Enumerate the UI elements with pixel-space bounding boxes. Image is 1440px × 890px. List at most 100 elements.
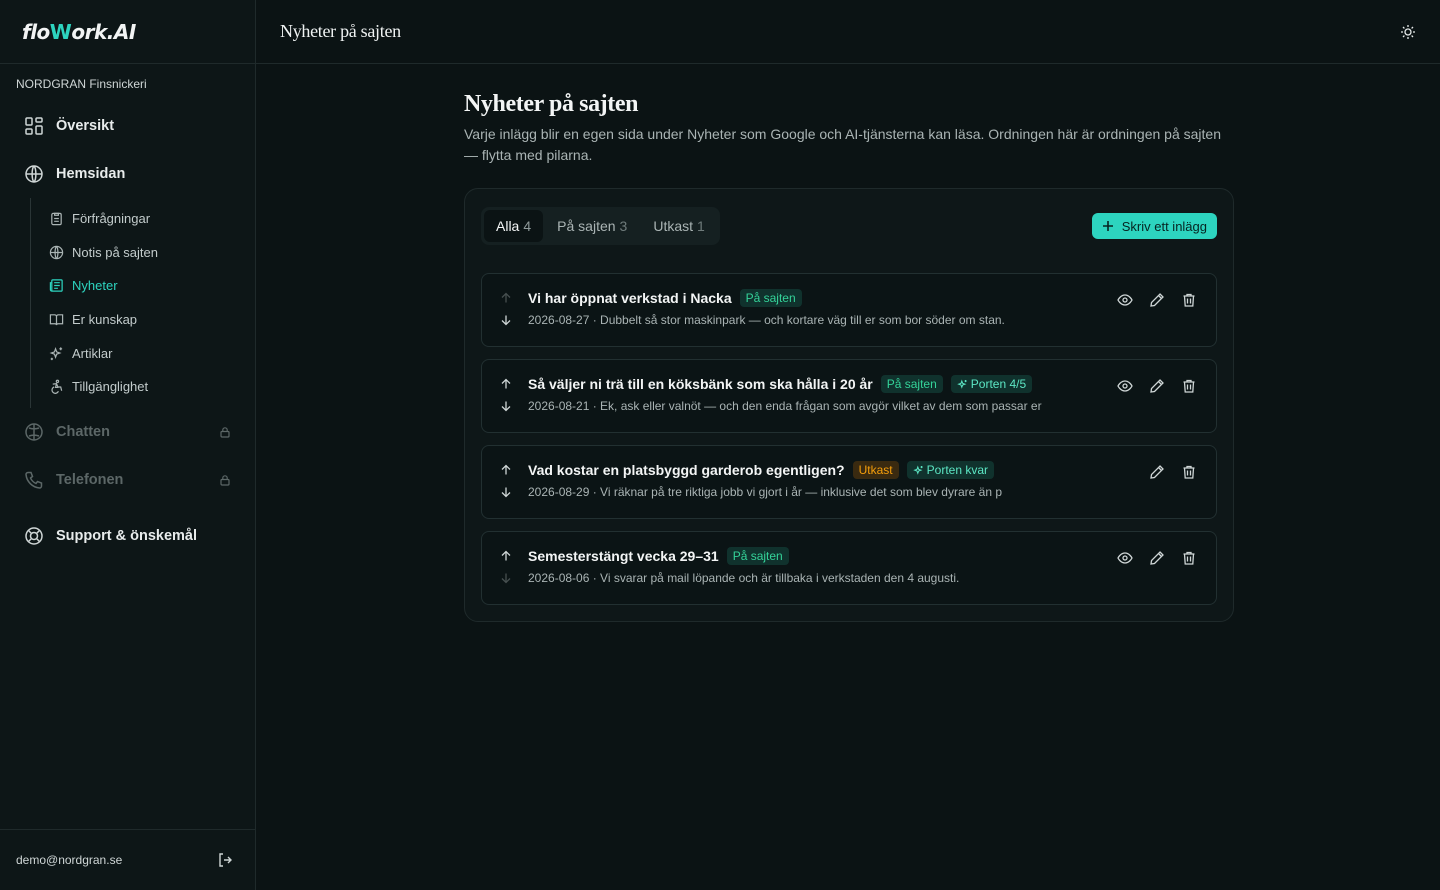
phone-icon — [24, 470, 44, 490]
lifebuoy-icon — [24, 526, 44, 546]
page-title: Nyheter på sajten — [464, 91, 639, 117]
post-title-row: Semesterstängt vecka 29–31 På sajten — [528, 546, 1200, 566]
pencil-icon[interactable] — [1148, 377, 1166, 395]
post-actions — [1148, 463, 1198, 481]
tab-all[interactable]: Alla 4 — [484, 210, 544, 242]
port-badge: Porten kvar — [906, 461, 994, 479]
filter-tabs: Alla 4 På sajten 3 Utkast 1 — [481, 207, 720, 245]
eye-icon[interactable] — [1116, 549, 1134, 567]
post-title-row: Vad kostar en platsbyggd garderob egentl… — [528, 460, 1200, 480]
post-title-row: Så väljer ni trä till en köksbänk som sk… — [528, 374, 1200, 394]
nav-overview[interactable]: Översikt — [0, 102, 255, 150]
sidebar-item-requests[interactable]: Förfrågningar — [31, 202, 255, 236]
sidebar-item-label: Er kunskap — [72, 312, 138, 328]
post-actions — [1116, 377, 1198, 395]
trash-icon[interactable] — [1180, 377, 1198, 395]
nav-support[interactable]: Support & önskemål — [0, 512, 255, 560]
post-item: Semesterstängt vecka 29–31 På sajten 202… — [481, 531, 1217, 605]
logo-bar: floWork.AI — [0, 0, 255, 64]
sidebar-item-knowledge[interactable]: Er kunskap — [31, 303, 255, 337]
nav-phone-label: Telefonen — [56, 471, 124, 488]
sidebar-footer: demo@nordgran.se — [0, 829, 255, 890]
nav-website-label: Hemsidan — [56, 166, 126, 182]
arrow-up-icon[interactable] — [500, 378, 512, 390]
page-description: Varje inlägg blir en egen sida under Nyh… — [464, 126, 1221, 163]
logo[interactable]: floWork.AI — [22, 20, 136, 44]
arrow-up-icon[interactable] — [500, 550, 512, 562]
logout-icon[interactable] — [217, 852, 233, 868]
nav-overview-label: Översikt — [56, 118, 115, 134]
arrow-down-icon[interactable] — [500, 400, 512, 412]
sidebar: floWork.AI NORDGRAN Finsnickeri Översikt… — [0, 0, 256, 890]
reorder-arrows — [498, 378, 514, 412]
lock-icon — [219, 474, 231, 486]
post-meta: 2026-08-27 · Dubbelt så stor maskinpark … — [528, 313, 1005, 327]
grid-icon — [24, 116, 44, 136]
status-badge: Utkast — [852, 461, 899, 479]
post-meta: 2026-08-06 · Vi svarar på mail löpande o… — [528, 571, 960, 585]
post-title[interactable]: Vad kostar en platsbyggd garderob egentl… — [528, 462, 845, 478]
sidebar-item-label: Förfrågningar — [72, 211, 151, 227]
write-post-button[interactable]: Skriv ett inlägg — [1091, 213, 1217, 239]
arrow-down-icon[interactable] — [500, 486, 512, 498]
main-content: Nyheter på sajten Varje inlägg blir en e… — [464, 88, 1234, 622]
tab-drafts[interactable]: Utkast 1 — [641, 210, 716, 242]
eye-icon[interactable] — [1116, 291, 1134, 309]
trash-icon[interactable] — [1180, 549, 1198, 567]
post-body: Så väljer ni trä till en köksbänk som sk… — [528, 374, 1200, 413]
nav-chat-label: Chatten — [56, 423, 110, 440]
arrow-down-icon[interactable] — [500, 314, 512, 326]
sidebar-item-accessibility[interactable]: Tillgänglighet — [31, 370, 255, 404]
nav-chat[interactable]: Chatten — [0, 408, 255, 456]
website-submenu: Förfrågningar Notis på sajten Nyheter Er… — [30, 198, 255, 408]
port-badge: Porten 4/5 — [950, 375, 1033, 393]
post-list: Vi har öppnat verkstad i Nacka På sajten… — [481, 273, 1217, 605]
status-badge: På sajten — [880, 375, 943, 393]
trash-icon[interactable] — [1180, 463, 1198, 481]
pencil-icon[interactable] — [1148, 549, 1166, 567]
post-item: Så väljer ni trä till en köksbänk som sk… — [481, 359, 1217, 433]
eye-icon[interactable] — [1116, 377, 1134, 395]
sun-icon[interactable] — [1400, 24, 1416, 40]
reorder-arrows — [498, 464, 514, 498]
arrow-up-icon[interactable] — [500, 464, 512, 476]
tab-published[interactable]: På sajten 3 — [545, 210, 639, 242]
sidebar-item-articles[interactable]: Artiklar — [31, 336, 255, 370]
sidebar-item-label: Nyheter — [72, 278, 118, 294]
nav-website[interactable]: Hemsidan — [0, 150, 255, 198]
post-body: Vad kostar en platsbyggd garderob egentl… — [528, 460, 1200, 499]
lock-icon — [219, 426, 231, 438]
accessibility-icon — [49, 379, 64, 395]
plus-icon — [1102, 220, 1114, 232]
sidebar-item-notice[interactable]: Notis på sajten — [31, 236, 255, 270]
sparkles-icon — [912, 465, 924, 476]
sidebar-item-label: Artiklar — [72, 345, 113, 361]
sidebar-item-label: Notis på sajten — [72, 244, 158, 260]
book-icon — [49, 312, 64, 327]
post-actions — [1116, 549, 1198, 567]
post-item: Vad kostar en platsbyggd garderob egentl… — [481, 445, 1217, 519]
posts-panel: Alla 4 På sajten 3 Utkast 1 Skriv ett inläg… — [464, 188, 1234, 622]
trash-icon[interactable] — [1180, 291, 1198, 309]
post-body: Vi har öppnat verkstad i Nacka På sajten… — [528, 288, 1200, 327]
globe-icon — [49, 245, 64, 260]
status-badge: På sajten — [726, 547, 789, 565]
post-title[interactable]: Vi har öppnat verkstad i Nacka — [528, 290, 732, 306]
post-title[interactable]: Semesterstängt vecka 29–31 — [528, 548, 719, 564]
clipboard-icon — [49, 211, 64, 226]
post-body: Semesterstängt vecka 29–31 På sajten 202… — [528, 546, 1200, 585]
arrow-up-icon[interactable] — [500, 292, 512, 304]
chat-globe-icon — [24, 422, 44, 442]
pencil-icon[interactable] — [1148, 463, 1166, 481]
sidebar-item-label: Tillgänglighet — [72, 379, 149, 395]
status-badge: På sajten — [739, 289, 802, 307]
sparkles-icon — [49, 346, 64, 361]
globe-icon — [24, 164, 44, 184]
post-title[interactable]: Så väljer ni trä till en köksbänk som sk… — [528, 376, 873, 392]
user-email: demo@nordgran.se — [16, 853, 123, 867]
arrow-down-icon[interactable] — [500, 572, 512, 584]
pencil-icon[interactable] — [1148, 291, 1166, 309]
post-title-row: Vi har öppnat verkstad i Nacka På sajten — [528, 288, 1200, 308]
sidebar-item-news[interactable]: Nyheter — [31, 269, 255, 303]
nav-phone[interactable]: Telefonen — [0, 456, 255, 504]
